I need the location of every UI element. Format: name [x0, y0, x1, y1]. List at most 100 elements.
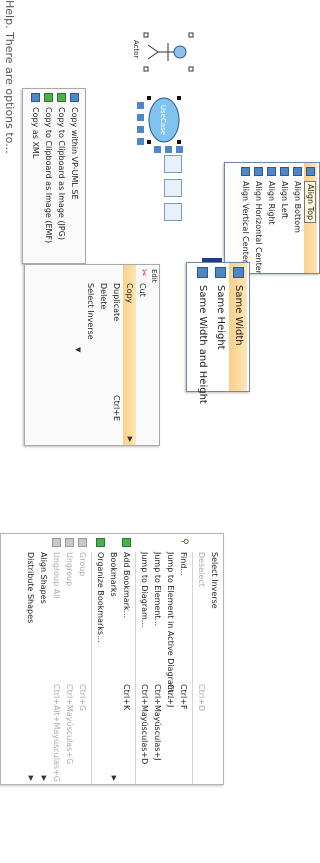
scissors-icon: ✂	[138, 269, 148, 277]
scroll-down-item[interactable]: ▼	[74, 265, 84, 445]
duplicate-label: Duplicate	[112, 283, 121, 322]
ctx-organize-bookmarks-item[interactable]: Organize Bookmarks...	[94, 534, 107, 784]
align-top-label: Align Top	[304, 181, 316, 224]
align-top-icon	[306, 167, 315, 176]
align-vertical-center-item[interactable]: Align Vertical Center	[239, 163, 252, 273]
edit-menu-title[interactable]: Edit	[149, 265, 159, 445]
same-width-height-icon	[197, 267, 208, 278]
ctx-distribute-shapes-item[interactable]: Distribute Shapes ▶	[24, 534, 37, 784]
copy-icon	[70, 93, 79, 102]
ctx-find-label: Find...	[179, 552, 188, 577]
bookmark-add-icon	[122, 538, 131, 547]
binoculars-icon: ⚲	[179, 538, 189, 545]
ctx-align-shapes-item[interactable]: Align Shapes ▶	[37, 534, 50, 784]
image-icon	[44, 93, 53, 102]
duplicate-item[interactable]: Duplicate Ctrl+E	[110, 265, 123, 445]
ctx-group-item[interactable]: Group Ctrl+G	[76, 534, 89, 784]
copy-item[interactable]: Copy ▶	[123, 265, 136, 445]
submenu-arrow-icon: ▶	[40, 775, 48, 781]
separator	[91, 552, 92, 784]
align-top-item[interactable]: Align Top	[304, 163, 317, 273]
ctx-group-label: Group	[78, 552, 87, 577]
same-height-item[interactable]: Same Height	[211, 263, 229, 391]
same-height-icon	[215, 267, 226, 278]
ctx-find-item[interactable]: ⚲ Find... Ctrl+F	[177, 534, 190, 784]
submenu-arrow-icon: ▶	[27, 775, 35, 781]
submenu-arrow-icon: ▶	[110, 775, 118, 781]
ctx-ungroup-all-label: Ungroup All	[52, 552, 61, 599]
ctx-ungroup-all-item[interactable]: Ungroup All Ctrl+Alt+Mayúsculas+G	[50, 534, 63, 784]
align-left-icon	[280, 167, 289, 176]
usecase-label: UseCase	[159, 105, 167, 135]
align-right-item[interactable]: Align Right	[265, 163, 278, 273]
same-height-label: Same Height	[215, 285, 226, 350]
copy-submenu: Copy within VP-UML SE Copy to Clipboard …	[22, 88, 86, 264]
duplicate-shortcut: Ctrl+E	[112, 395, 121, 421]
same-width-label: Same Width	[233, 285, 244, 346]
ctx-jump-element-shortcut: Ctrl+Mayúsculas+J	[153, 684, 162, 761]
submenu-arrow-icon: ▶	[126, 436, 134, 442]
copy-emf-item[interactable]: Copy to Clipboard as Image (EMF)	[42, 89, 55, 263]
copy-label: Copy	[125, 283, 134, 304]
copy-xml-label: Copy as XML	[31, 107, 40, 159]
delete-item[interactable]: Delete	[97, 265, 110, 445]
same-width-height-item[interactable]: Same Width and Height	[193, 263, 211, 404]
align-horizontal-center-item[interactable]: Align Horizontal Center	[252, 163, 265, 274]
ctx-ungroup-item[interactable]: Ungroup Ctrl+Mayúsculas+G	[63, 534, 76, 784]
copy-jpg-item[interactable]: Copy to Clipboard as Image (JPG)	[55, 89, 68, 263]
ctx-deselect-item[interactable]: Deselect Ctrl+D	[195, 534, 208, 784]
ctx-ungroup-label: Ungroup	[65, 552, 74, 587]
align-left-item[interactable]: Align Left	[278, 163, 291, 273]
ctx-ungroup-shortcut: Ctrl+Mayúsculas+G	[65, 684, 74, 765]
diagram-area: Actor UseCase	[132, 32, 194, 153]
separator	[192, 552, 193, 784]
copy-xml-item[interactable]: Copy as XML	[29, 89, 42, 263]
align-horizontal-center-label: Align Horizontal Center	[254, 181, 263, 274]
ctx-group-shortcut: Ctrl+G	[78, 684, 87, 712]
ctx-jump-active-item[interactable]: Jump to Element in Active Diagram... Ctr…	[164, 534, 177, 784]
align-submenu: Align Top Align Bottom Align Left Align …	[224, 162, 320, 274]
cut-item[interactable]: ✂ Cut	[136, 265, 149, 445]
actor-shape[interactable]	[147, 43, 187, 61]
align-vertical-center-icon	[241, 167, 250, 176]
align-left-label: Align Left	[280, 181, 289, 219]
ctx-distribute-shapes-label: Distribute Shapes	[26, 552, 35, 624]
ungroup-all-icon	[52, 538, 61, 547]
align-bottom-icon	[293, 167, 302, 176]
align-dropdown-button[interactable]	[164, 155, 182, 173]
distribute-dropdown-button[interactable]	[164, 203, 182, 221]
align-horizontal-center-icon	[254, 167, 263, 176]
copy-jpg-label: Copy to Clipboard as Image (JPG)	[57, 107, 66, 240]
ctx-jump-diagram-item[interactable]: Jump to Diagram... Ctrl+Mayúsculas+D	[138, 534, 151, 784]
ctx-jump-active-label: Jump to Element in Active Diagram...	[166, 552, 175, 701]
xml-icon	[31, 93, 40, 102]
ctx-ungroup-all-shortcut: Ctrl+Alt+Mayúsculas+G	[52, 684, 61, 782]
ctx-deselect-shortcut: Ctrl+D	[197, 684, 206, 712]
select-inverse-label: Select Inverse	[86, 283, 95, 340]
ctx-organize-bookmarks-label: Organize Bookmarks...	[96, 552, 105, 643]
screenshot-canvas: Copy within VP-UML SE Copy to Clipboard …	[0, 0, 320, 863]
bookmark-icon	[96, 538, 105, 547]
select-inverse-item[interactable]: Select Inverse	[84, 265, 97, 445]
align-right-icon	[267, 167, 276, 176]
delete-label: Delete	[99, 283, 108, 310]
copy-within-item[interactable]: Copy within VP-UML SE	[68, 89, 81, 263]
align-bottom-item[interactable]: Align Bottom	[291, 163, 304, 273]
align-toolbar-buttons	[156, 155, 182, 245]
caption-text: Help. There are options to...	[3, 0, 16, 154]
align-right-label: Align Right	[267, 181, 276, 225]
scroll-down-icon: ▼	[74, 347, 82, 353]
usecase-shape[interactable]: UseCase	[148, 97, 180, 143]
ctx-align-shapes-label: Align Shapes	[39, 552, 48, 604]
size-dropdown-button[interactable]	[164, 179, 182, 197]
image-icon	[57, 93, 66, 102]
ctx-jump-element-item[interactable]: Jump to Element... Ctrl+Mayúsculas+J	[151, 534, 164, 784]
ctx-select-inverse-item[interactable]: Select Inverse	[208, 534, 221, 784]
context-menu: Select Inverse Deselect Ctrl+D ⚲ Find...…	[0, 533, 224, 785]
ctx-add-bookmark-item[interactable]: Add Bookmark... Ctrl+K	[120, 534, 133, 784]
ctx-bookmarks-item[interactable]: Bookmarks ▶	[107, 534, 120, 784]
copy-within-label: Copy within VP-UML SE	[70, 107, 79, 200]
same-width-item[interactable]: Same Width	[229, 263, 247, 391]
ctx-deselect-label: Deselect	[197, 552, 206, 587]
actor-label: Actor	[132, 40, 140, 59]
